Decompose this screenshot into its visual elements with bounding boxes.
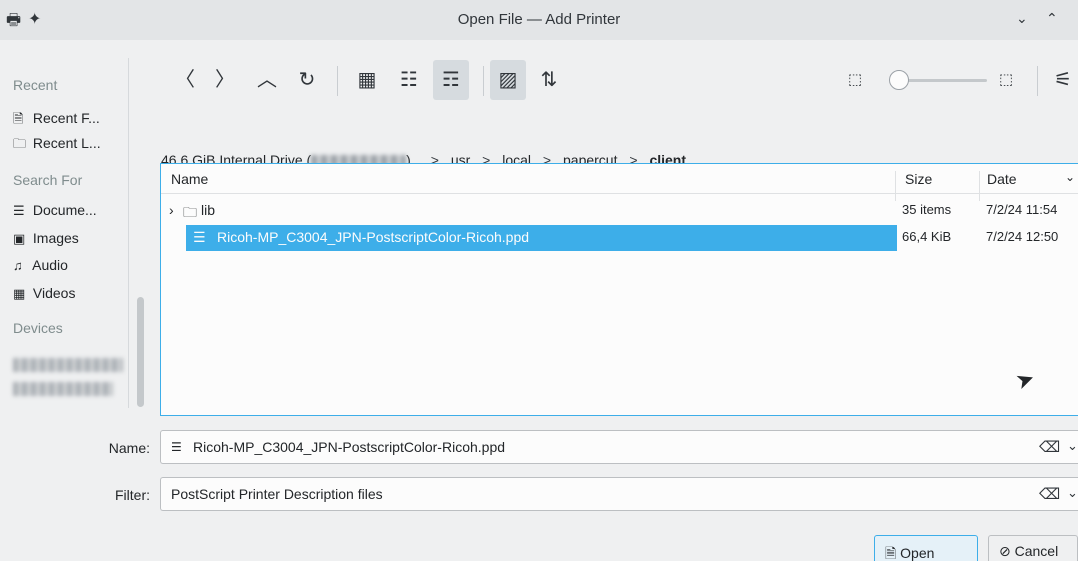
name-field[interactable]: ☰ Ricoh-MP_C3004_JPN-PostscriptColor-Ric… [160, 430, 1078, 464]
reload-icon[interactable]: ↻ [289, 60, 325, 100]
zoom-slider[interactable] [903, 79, 987, 82]
details-view-icon[interactable]: ☶ [433, 60, 469, 100]
column-header-name[interactable]: Name [171, 171, 208, 187]
icons-view-icon[interactable]: ▦ [349, 60, 385, 100]
document-open-icon: 🗎 [885, 545, 897, 561]
document-icon: ☰ [193, 229, 206, 245]
chevron-down-icon[interactable]: ⌄ [1065, 170, 1075, 184]
places-item-documents[interactable]: ☰ Docume... [13, 202, 97, 219]
minimize-button[interactable]: ⌄ [1016, 10, 1028, 27]
places-item-videos[interactable]: ▦ Videos [13, 285, 75, 302]
file-list[interactable]: Name Size Date ⌄ › 🗀 lib 35 items 7/2/24… [160, 163, 1078, 416]
name-label: Name: [108, 440, 150, 456]
file-name: lib [201, 202, 216, 218]
chevron-down-icon[interactable]: ⌄ [1067, 485, 1078, 501]
places-panel: Recent 🗎 Recent F... 🗀 Recent L... Searc… [0, 55, 148, 415]
recent-files-icon: 🗎 [13, 111, 24, 126]
places-item-label: Images [32, 230, 79, 246]
file-size: 66,4 KiB [902, 229, 952, 244]
compact-view-icon[interactable]: ☷ [391, 60, 427, 100]
documents-icon: ☰ [13, 203, 25, 218]
column-divider[interactable] [979, 171, 980, 201]
zoom-slider-handle[interactable] [889, 70, 909, 90]
zoom-in-icon[interactable]: ⬚ [988, 60, 1024, 100]
file-date: 7/2/24 12:50 [986, 229, 1059, 244]
folder-icon: 🗀 [183, 204, 197, 220]
places-divider[interactable] [128, 58, 129, 408]
places-item-recent-files[interactable]: 🗎 Recent F... [13, 110, 100, 132]
places-section-recent: Recent [13, 77, 58, 93]
audio-icon: ♫ [13, 258, 23, 273]
filter-label: Filter: [115, 487, 150, 503]
up-icon[interactable]: ︿ [249, 60, 285, 100]
places-section-devices: Devices [13, 320, 63, 336]
filter-field[interactable]: PostScript Printer Description files ⌫ ⌄ [160, 477, 1078, 511]
clear-icon[interactable]: ⌫ [1039, 438, 1060, 456]
open-button-label: Open [900, 545, 935, 561]
toolbar-separator [1037, 66, 1038, 96]
places-item-label: Recent L... [32, 135, 101, 151]
file-name: Ricoh-MP_C3004_JPN-PostscriptColor-Ricoh… [217, 229, 530, 245]
places-section-search: Search For [13, 172, 83, 188]
column-header-size[interactable]: Size [905, 171, 932, 187]
window-title: Open File — Add Printer [457, 11, 621, 28]
recent-locations-icon: 🗀 [13, 136, 27, 151]
cancel-button[interactable]: ⊘ Cancel [988, 535, 1078, 561]
cancel-icon: ⊘ [999, 543, 1011, 559]
options-icon[interactable]: ⚟ [1045, 60, 1078, 100]
column-header-date[interactable]: Date [987, 171, 1017, 187]
places-item-recent-locations[interactable]: 🗀 Recent L... [13, 135, 101, 157]
places-scrollbar[interactable] [137, 297, 144, 407]
title-bar: 🖶 ✦ Open File — Add Printer ⌄ ⌃ [0, 0, 1078, 40]
table-row[interactable]: › 🗀 lib 35 items 7/2/24 11:54 [161, 198, 1078, 224]
table-row[interactable]: ☰ Ricoh-MP_C3004_JPN-PostscriptColor-Ric… [161, 225, 1078, 251]
open-button[interactable]: 🗎 Open [874, 535, 978, 561]
places-item-audio[interactable]: ♫ Audio [13, 257, 68, 273]
chevron-down-icon[interactable]: ⌄ [1067, 438, 1078, 454]
filter-field-value: PostScript Printer Description files [171, 486, 383, 502]
file-list-header: Name Size Date ⌄ [161, 164, 1078, 201]
places-item-images[interactable]: ▣ Images [13, 230, 79, 247]
places-item-device[interactable] [13, 358, 123, 372]
places-item-device[interactable] [13, 382, 113, 396]
sort-icon[interactable]: ⇅ [531, 60, 567, 100]
images-icon: ▣ [13, 231, 26, 246]
videos-icon: ▦ [13, 286, 26, 301]
maximize-button[interactable]: ⌃ [1046, 10, 1058, 27]
places-item-label: Docume... [32, 202, 97, 218]
expand-arrow-icon[interactable]: › [169, 202, 174, 218]
back-icon[interactable]: 〈 [167, 60, 203, 100]
places-item-label: Audio [32, 257, 68, 273]
name-field-value: Ricoh-MP_C3004_JPN-PostscriptColor-Ricoh… [193, 439, 506, 455]
toolbar-separator [483, 66, 484, 96]
places-item-label: Recent F... [32, 110, 100, 126]
preview-icon[interactable]: ▨ [490, 60, 526, 100]
file-size: 35 items [902, 202, 952, 217]
cancel-button-label: Cancel [1014, 543, 1059, 559]
places-item-label: Videos [32, 285, 76, 301]
toolbar-separator [337, 66, 338, 96]
zoom-out-icon[interactable]: ⬚ [837, 60, 873, 100]
document-icon: ☰ [171, 440, 182, 454]
clear-icon[interactable]: ⌫ [1039, 485, 1060, 503]
column-divider[interactable] [895, 171, 896, 201]
forward-icon[interactable]: 〉 [207, 60, 243, 100]
file-date: 7/2/24 11:54 [986, 202, 1058, 217]
